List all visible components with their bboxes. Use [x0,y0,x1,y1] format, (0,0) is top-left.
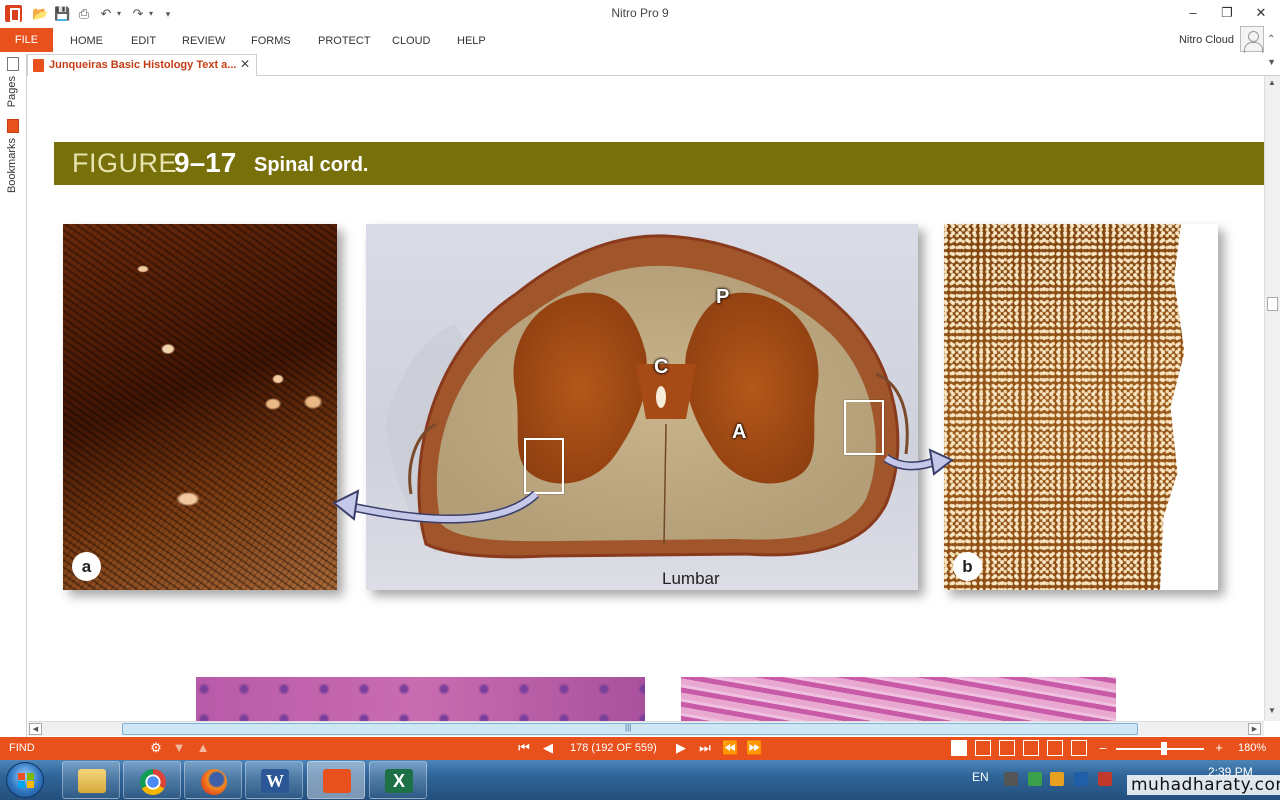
tab-review[interactable]: REVIEW [182,28,225,52]
tab-list-dropdown-icon[interactable]: ▼ [1267,57,1276,67]
zoom-in-button[interactable]: + [1211,740,1227,756]
notification-icon[interactable] [1098,772,1112,786]
first-page-icon[interactable]: ⏮ [516,740,532,756]
tab-forms[interactable]: FORMS [251,28,291,52]
firefox-icon [201,769,227,795]
document-tab[interactable]: Junqueiras Basic Histology Text a... ✕ [27,54,257,76]
ribbon-collapse-icon[interactable]: ⌃ [1267,34,1275,45]
scroll-down-icon[interactable]: ▼ [1268,706,1276,715]
windows-taskbar: W X EN 2:39 PM [0,760,1280,800]
taskbar-word[interactable]: W [245,761,303,799]
taskbar-nitro-pro[interactable] [307,761,365,799]
file-tab[interactable]: FILE [0,28,53,52]
tab-cloud[interactable]: CLOUD [392,28,431,52]
next-figure-image-right [681,677,1116,721]
nitro-cloud-account[interactable]: Nitro Cloud [1179,28,1234,52]
previous-page-icon[interactable]: ◀ [540,740,556,756]
last-page-icon[interactable]: ⏭ [697,740,713,756]
security-icon[interactable] [1050,772,1064,786]
scroll-right-icon[interactable]: ▶ [1248,723,1261,735]
full-screen-view-button[interactable] [1047,740,1063,756]
grip-icon: ||| [625,723,632,732]
document-tab-strip: Junqueiras Basic Histology Text a... ✕ ▼ [27,54,1280,76]
document-view[interactable]: FIGURE 9–17 Spinal cord. a P C A Lumbar … [28,76,1264,721]
find-next-icon[interactable]: ▼ [171,740,187,756]
tab-protect[interactable]: PROTECT [318,28,371,52]
scroll-up-icon[interactable]: ▲ [1268,78,1276,87]
taskbar-excel[interactable]: X [369,761,427,799]
zoom-out-button[interactable]: – [1095,740,1111,756]
tab-edit[interactable]: EDIT [131,28,156,52]
window-title: Nitro Pro 9 [611,6,669,20]
pages-panel-tab[interactable]: Pages [6,76,18,107]
zoom-level[interactable]: 180% [1238,742,1266,754]
facing-view-button[interactable] [999,740,1015,756]
start-button[interactable] [6,762,44,798]
watermark: muhadharaty.com [1127,775,1280,795]
language-indicator[interactable]: EN [972,770,989,784]
chrome-icon [140,769,166,795]
pages-panel-icon[interactable] [7,57,19,71]
inset-arrows [332,448,954,524]
taskbar-chrome[interactable] [123,761,181,799]
word-icon: W [261,769,289,793]
bluetooth-icon[interactable] [1074,772,1088,786]
nitro-icon [323,769,351,793]
close-button[interactable]: ✕ [1246,3,1276,23]
tab-home[interactable]: HOME [70,28,103,52]
facing-continuous-view-button[interactable] [1023,740,1039,756]
zoom-slider-knob[interactable] [1161,742,1168,755]
restore-button[interactable]: ❐ [1212,3,1242,23]
horizontal-scrollbar[interactable]: ◀ ||| ▶ [28,721,1264,736]
page-indicator[interactable]: 178 (192 OF 559) [570,742,657,754]
find-previous-icon[interactable]: ▲ [195,740,211,756]
minimize-button[interactable]: – [1178,3,1208,23]
single-page-view-button[interactable] [951,740,967,756]
find-settings-icon[interactable]: ⚙ [148,740,164,756]
next-view-icon[interactable]: ⏩ [746,740,762,756]
bookmarks-panel-tab[interactable]: Bookmarks [6,138,18,193]
next-page-icon[interactable]: ▶ [673,740,689,756]
title-bar: 📂 💾 ⎙ ↶ ▾ ↷ ▾ ▾ Nitro Pro 9 – ❐ ✕ [0,0,1280,28]
previous-view-icon[interactable]: ⏪ [722,740,738,756]
find-button[interactable]: FIND [9,742,35,754]
scroll-left-icon[interactable]: ◀ [29,723,42,735]
fit-page-view-button[interactable] [1071,740,1087,756]
left-navigation-panel: Pages Bookmarks [0,54,27,738]
horizontal-scroll-thumb[interactable]: ||| [122,723,1138,735]
bookmarks-panel-icon[interactable] [7,119,19,133]
close-tab-icon[interactable]: ✕ [240,57,250,71]
vertical-scroll-thumb[interactable] [1267,297,1278,311]
network-icon[interactable] [1028,772,1042,786]
zoom-slider[interactable] [1116,748,1204,750]
excel-icon: X [385,769,413,793]
next-figure-image-left [196,677,645,721]
folder-icon [78,769,106,793]
ribbon-menu: FILE HOME EDIT REVIEW FORMS PROTECT CLOU… [0,26,1280,54]
document-tab-label: Junqueiras Basic Histology Text a... [49,59,237,71]
status-bar: FIND ⚙ ▼ ▲ ⏮ ◀ 178 (192 OF 559) ▶ ⏭ ⏪ ⏩ … [0,737,1280,760]
pdf-document-icon [33,59,44,72]
continuous-view-button[interactable] [975,740,991,756]
taskbar-file-explorer[interactable] [62,761,120,799]
windows-logo-icon [18,773,34,788]
vertical-scrollbar[interactable]: ▲ ▼ [1264,76,1280,721]
avatar[interactable] [1240,26,1264,53]
keyboard-icon[interactable] [1004,772,1018,786]
taskbar-firefox[interactable] [184,761,242,799]
tab-help[interactable]: HELP [457,28,486,52]
